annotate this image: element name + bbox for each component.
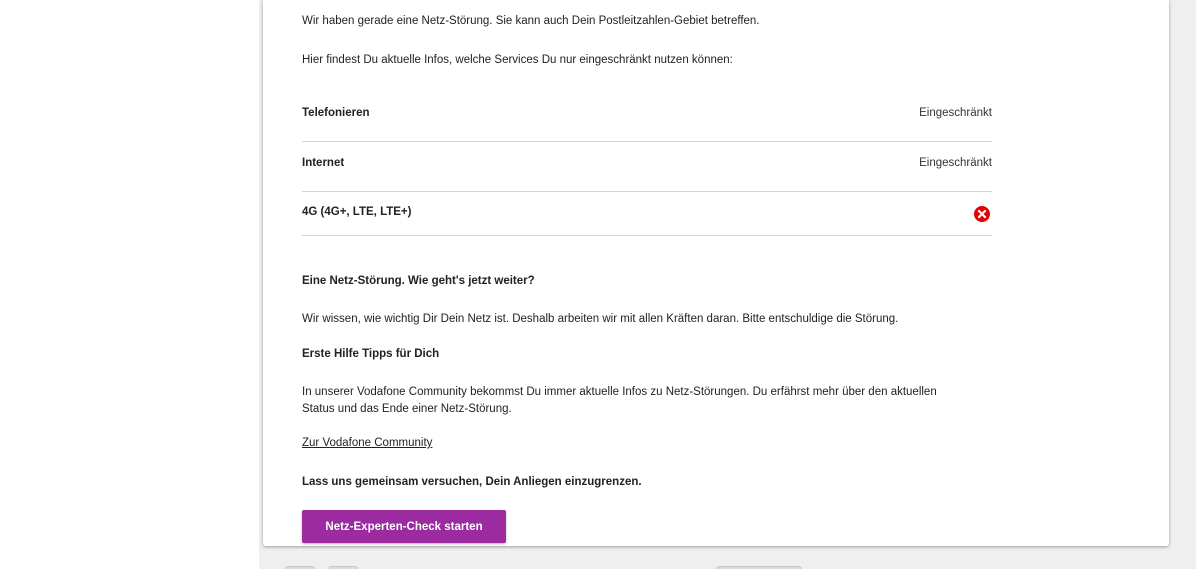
service-row-4g: 4G (4G+, LTE, LTE+) xyxy=(302,191,992,236)
service-status: Eingeschränkt xyxy=(919,107,992,119)
page: Wir haben gerade eine Netz-Störung. Sie … xyxy=(0,0,1196,569)
tips-text-line1: In unserer Vodafone Community bekommst D… xyxy=(302,386,937,398)
service-label: Telefonieren xyxy=(302,107,370,119)
service-label: 4G (4G+, LTE, LTE+) xyxy=(302,206,412,218)
netz-experten-check-button[interactable]: Netz-Experten-Check starten xyxy=(302,510,506,543)
service-row-telefonieren: Telefonieren Eingeschränkt xyxy=(302,91,992,142)
service-label: Internet xyxy=(302,157,345,169)
outage-card: Wir haben gerade eine Netz-Störung. Sie … xyxy=(263,0,1169,546)
tips-text-line2: Status und das Ende einer Netz-Störung. xyxy=(302,403,512,415)
tips-heading: Erste Hilfe Tipps für Dich xyxy=(302,348,440,360)
narrow-down-text: Lass uns gemeinsam versuchen, Dein Anlie… xyxy=(302,476,642,488)
service-row-internet: Internet Eingeschränkt xyxy=(302,141,992,192)
next-steps-heading: Eine Netz-Störung. Wie geht's jetzt weit… xyxy=(302,275,535,287)
outage-info-text: Hier findest Du aktuelle Infos, welche S… xyxy=(302,54,733,66)
next-steps-text: Wir wissen, wie wichtig Dir Dein Netz is… xyxy=(302,313,899,325)
community-link[interactable]: Zur Vodafone Community xyxy=(302,437,432,449)
error-icon xyxy=(974,206,990,222)
service-status: Eingeschränkt xyxy=(919,157,992,169)
outage-intro-text: Wir haben gerade eine Netz-Störung. Sie … xyxy=(302,15,760,27)
